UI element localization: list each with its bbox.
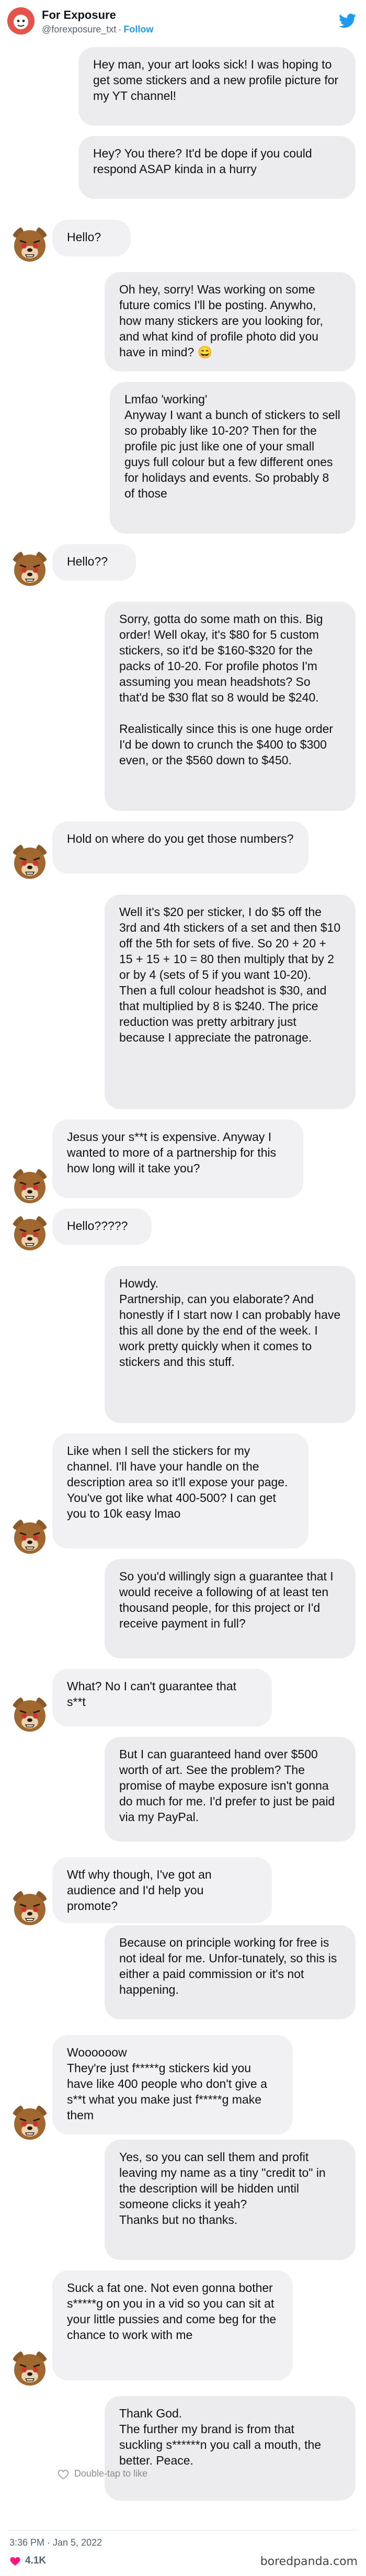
message-bubble-right[interactable]: Hey? You there? It'd be dope if you coul…: [78, 136, 356, 199]
message-bubble-right[interactable]: Thank God. The further my brand is from …: [105, 2396, 356, 2501]
avatar: [10, 1517, 49, 1556]
message-bubble-right[interactable]: Howdy. Partnership, can you elaborate? A…: [105, 1266, 356, 1423]
account-handle-line: @forexposure_txt · Follow: [42, 24, 153, 35]
message-bubble-left[interactable]: What? No I can't guarantee that s**t: [52, 1669, 272, 1726]
angry-bear-avatar-icon: [12, 1168, 48, 1203]
message-bubble-left[interactable]: Like when I sell the stickers for my cha…: [52, 1433, 308, 1549]
follow-button[interactable]: Follow: [123, 24, 153, 35]
like-count-value: 4.1K: [25, 2555, 47, 2566]
avatar: [10, 1695, 49, 1734]
like-count[interactable]: 4.1K: [9, 2555, 46, 2567]
angry-bear-avatar-icon: [12, 551, 48, 586]
message-bubble-left[interactable]: Suck a fat one. Not even gonna bother s*…: [52, 2270, 293, 2380]
avatar: [10, 225, 49, 264]
angry-bear-avatar-icon: [12, 1519, 48, 1554]
like-hint-row[interactable]: Double-tap to like: [58, 2468, 148, 2480]
angry-bear-avatar-icon: [12, 2105, 48, 2140]
avatar[interactable]: [7, 7, 35, 35]
message-bubble-left[interactable]: Hello??: [52, 544, 136, 581]
message-bubble-left[interactable]: Hold on where do you get those numbers?: [52, 821, 308, 874]
angry-bear-avatar-icon: [12, 227, 48, 262]
account-avatar-icon: [7, 7, 35, 35]
heart-outline-icon[interactable]: [58, 2469, 69, 2480]
avatar: [10, 549, 49, 588]
message-bubble-left[interactable]: Woooooow They're just f*****g stickers k…: [52, 2035, 293, 2134]
angry-bear-avatar-icon: [12, 2351, 48, 2386]
watermark: boredpanda.com: [260, 2555, 358, 2568]
account-handle[interactable]: @forexposure_txt: [42, 24, 116, 35]
angry-bear-avatar-icon: [12, 1890, 48, 1925]
heart-filled-icon[interactable]: [9, 2556, 21, 2566]
message-bubble-right[interactable]: Yes, so you can sell them and profit lea…: [105, 2140, 356, 2260]
message-bubble-left[interactable]: Wtf why though, I've got an audience and…: [52, 1857, 272, 1923]
message-bubble-right[interactable]: Well it's $20 per sticker, I do $5 off t…: [105, 895, 356, 1109]
avatar: [10, 842, 49, 881]
avatar: [10, 1889, 49, 1927]
avatar: [10, 1214, 49, 1252]
message-bubble-right[interactable]: So you'd willingly sign a guarantee that…: [105, 1559, 356, 1658]
message-bubble-right[interactable]: Lmfao 'working' Anyway I want a bunch of…: [110, 382, 356, 534]
avatar: [10, 2103, 49, 2142]
message-bubble-left[interactable]: Jesus your s**t is expensive. Anyway I w…: [52, 1120, 303, 1198]
message-bubble-right[interactable]: Because on principle working for free is…: [105, 1925, 356, 2019]
message-bubble-left[interactable]: Hello?????: [52, 1208, 152, 1245]
twitter-bird-icon[interactable]: [339, 14, 357, 28]
angry-bear-avatar-icon: [12, 844, 48, 879]
message-bubble-right[interactable]: Hey man, your art looks sick! I was hopi…: [78, 47, 356, 126]
separator: ·: [118, 24, 122, 35]
tweet-timestamp[interactable]: 3:36 PM · Jan 5, 2022: [9, 2537, 102, 2548]
message-bubble-right[interactable]: Oh hey, sorry! Was working on some futur…: [105, 272, 356, 371]
avatar: [10, 2349, 49, 2388]
like-hint-text: Double-tap to like: [74, 2468, 148, 2479]
message-bubble-right[interactable]: But I can guaranteed hand over $500 wort…: [105, 1737, 356, 1841]
avatar: [10, 1167, 49, 1205]
tweet-header: For Exposure @forexposure_txt · Follow: [0, 0, 366, 48]
account-name[interactable]: For Exposure: [42, 8, 116, 22]
angry-bear-avatar-icon: [12, 1215, 48, 1250]
message-bubble-right[interactable]: Sorry, gotta do some math on this. Big o…: [105, 602, 356, 811]
angry-bear-avatar-icon: [12, 1697, 48, 1732]
message-bubble-left[interactable]: Hello?: [52, 220, 131, 256]
